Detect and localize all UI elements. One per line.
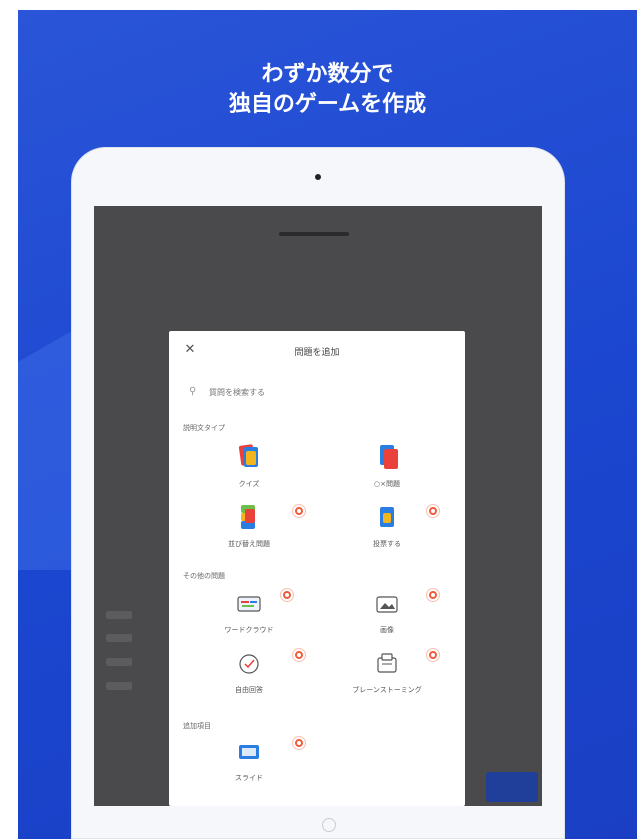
tile-label: スライド	[235, 774, 263, 782]
tile-poll[interactable]: 投票する	[327, 503, 447, 563]
home-button-icon	[322, 818, 336, 832]
tile-brainstorm[interactable]: ブレーンストーミング	[327, 649, 447, 709]
tile-label: クイズ	[238, 480, 260, 488]
image-icon	[374, 589, 400, 619]
search-input[interactable]	[209, 387, 439, 397]
tile-word-cloud[interactable]: ワードクラウド	[189, 589, 309, 649]
quiz-icon	[236, 443, 262, 473]
tile-puzzle[interactable]: 並び替え問題	[189, 503, 309, 563]
true-false-icon	[374, 443, 400, 473]
tablet-device: ✕ 問題を追加 ⚲ 説明文タイプ クイズ	[72, 148, 564, 838]
premium-badge-icon	[427, 649, 439, 661]
tile-true-false[interactable]: ○×問題	[327, 443, 447, 503]
section-label: 説明文タイプ	[183, 424, 225, 432]
tile-label: ワードクラウド	[224, 626, 274, 634]
headline-line-2: 独自のゲームを作成	[228, 92, 427, 117]
tile-slide[interactable]: スライド	[189, 737, 309, 797]
background-item	[106, 611, 132, 619]
tile-quiz[interactable]: クイズ	[189, 443, 309, 503]
premium-badge-icon	[293, 737, 305, 749]
background-item	[106, 682, 132, 690]
section-label: 追加項目	[183, 722, 211, 730]
slide-icon	[236, 737, 262, 767]
tile-open-ended[interactable]: 自由回答	[189, 649, 309, 709]
tile-image[interactable]: 画像	[327, 589, 447, 649]
section-label: その他の問題	[183, 572, 225, 580]
background-button	[486, 772, 538, 802]
premium-badge-icon	[427, 505, 439, 517]
poll-icon	[374, 503, 400, 533]
headline: わずか数分で 独自のゲームを作成	[18, 60, 637, 120]
tile-label: ○×問題	[374, 480, 400, 488]
modal-title: 問題を追加	[294, 348, 340, 358]
premium-badge-icon	[293, 649, 305, 661]
brainstorm-icon	[374, 649, 400, 679]
background-item	[106, 658, 132, 666]
camera-icon	[315, 174, 321, 180]
search-icon: ⚲	[189, 386, 197, 397]
background-item	[106, 634, 132, 642]
open-ended-icon	[236, 649, 262, 679]
sheet-handle[interactable]	[279, 232, 349, 236]
modal-header: ✕ 問題を追加	[169, 331, 465, 373]
tile-label: 自由回答	[235, 686, 263, 694]
tile-label: 画像	[380, 626, 394, 634]
tile-label: 並び替え問題	[228, 540, 270, 548]
tablet-screen: ✕ 問題を追加 ⚲ 説明文タイプ クイズ	[94, 206, 542, 806]
add-question-modal: ✕ 問題を追加 ⚲ 説明文タイプ クイズ	[169, 331, 465, 806]
premium-badge-icon	[281, 589, 293, 601]
premium-badge-icon	[293, 505, 305, 517]
puzzle-icon	[236, 503, 262, 533]
tile-label: 投票する	[373, 540, 401, 548]
headline-line-1: わずか数分で	[261, 62, 394, 87]
tile-label: ブレーンストーミング	[352, 686, 422, 694]
word-cloud-icon	[236, 589, 262, 619]
premium-badge-icon	[427, 589, 439, 601]
search-bar[interactable]: ⚲	[189, 383, 439, 401]
